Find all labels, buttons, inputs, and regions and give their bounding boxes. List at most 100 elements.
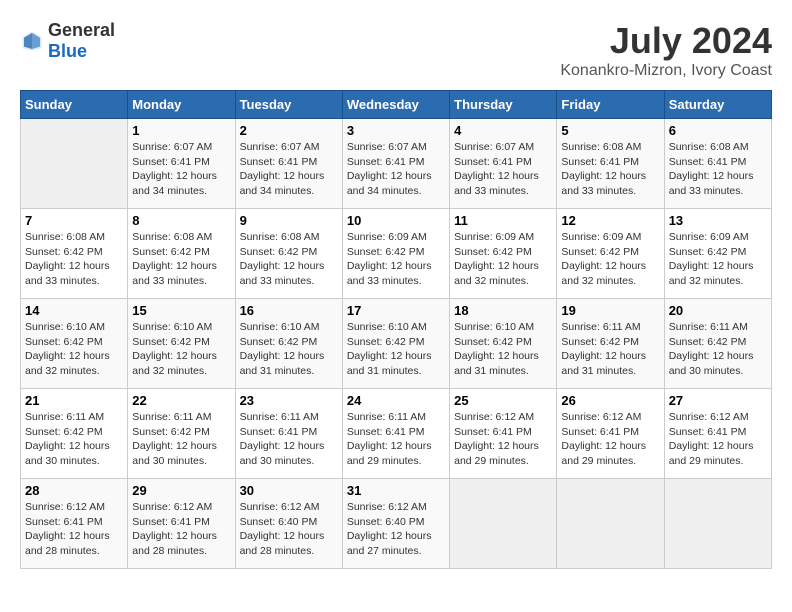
day-cell: 19 Sunrise: 6:11 AMSunset: 6:42 PMDayligh… bbox=[557, 299, 664, 389]
day-info: Sunrise: 6:09 AMSunset: 6:42 PMDaylight:… bbox=[454, 230, 552, 289]
day-cell: 15 Sunrise: 6:10 AMSunset: 6:42 PMDayligh… bbox=[128, 299, 235, 389]
day-number: 2 bbox=[240, 123, 338, 138]
day-info: Sunrise: 6:12 AMSunset: 6:41 PMDaylight:… bbox=[561, 410, 659, 469]
weekday-tuesday: Tuesday bbox=[235, 91, 342, 119]
day-number: 11 bbox=[454, 213, 552, 228]
day-info: Sunrise: 6:11 AMSunset: 6:42 PMDaylight:… bbox=[132, 410, 230, 469]
day-info: Sunrise: 6:08 AMSunset: 6:42 PMDaylight:… bbox=[132, 230, 230, 289]
location-title: Konankro-Mizron, Ivory Coast bbox=[560, 62, 772, 80]
day-cell: 29 Sunrise: 6:12 AMSunset: 6:41 PMDayligh… bbox=[128, 479, 235, 569]
day-number: 31 bbox=[347, 483, 445, 498]
day-info: Sunrise: 6:09 AMSunset: 6:42 PMDaylight:… bbox=[669, 230, 767, 289]
day-info: Sunrise: 6:12 AMSunset: 6:40 PMDaylight:… bbox=[240, 500, 338, 559]
day-cell: 27 Sunrise: 6:12 AMSunset: 6:41 PMDayligh… bbox=[664, 389, 771, 479]
day-info: Sunrise: 6:09 AMSunset: 6:42 PMDaylight:… bbox=[347, 230, 445, 289]
day-number: 4 bbox=[454, 123, 552, 138]
day-cell: 6 Sunrise: 6:08 AMSunset: 6:41 PMDaylight… bbox=[664, 119, 771, 209]
day-number: 1 bbox=[132, 123, 230, 138]
day-cell: 1 Sunrise: 6:07 AMSunset: 6:41 PMDaylight… bbox=[128, 119, 235, 209]
week-row-2: 7 Sunrise: 6:08 AMSunset: 6:42 PMDaylight… bbox=[21, 209, 772, 299]
day-number: 29 bbox=[132, 483, 230, 498]
day-info: Sunrise: 6:12 AMSunset: 6:40 PMDaylight:… bbox=[347, 500, 445, 559]
day-cell: 20 Sunrise: 6:11 AMSunset: 6:42 PMDayligh… bbox=[664, 299, 771, 389]
day-info: Sunrise: 6:11 AMSunset: 6:41 PMDaylight:… bbox=[347, 410, 445, 469]
day-cell: 5 Sunrise: 6:08 AMSunset: 6:41 PMDaylight… bbox=[557, 119, 664, 209]
logo-blue: Blue bbox=[48, 41, 87, 61]
day-number: 22 bbox=[132, 393, 230, 408]
week-row-3: 14Sunrise: 6:10 AMSunset: 6:42 PMDayligh… bbox=[21, 299, 772, 389]
day-cell: 9Sunrise: 6:08 AMSunset: 6:42 PMDaylight… bbox=[235, 209, 342, 299]
day-cell bbox=[21, 119, 128, 209]
day-number: 7 bbox=[25, 213, 123, 228]
day-cell: 31 Sunrise: 6:12 AMSunset: 6:40 PMDayligh… bbox=[342, 479, 449, 569]
day-number: 28 bbox=[25, 483, 123, 498]
day-cell: 11 Sunrise: 6:09 AMSunset: 6:42 PMDayligh… bbox=[450, 209, 557, 299]
header: General Blue July 2024 Konankro-Mizron, … bbox=[20, 20, 772, 80]
day-info: Sunrise: 6:07 AMSunset: 6:41 PMDaylight:… bbox=[240, 140, 338, 199]
day-info: Sunrise: 6:10 AMSunset: 6:42 PMDaylight:… bbox=[454, 320, 552, 379]
logo: General Blue bbox=[20, 20, 115, 62]
day-cell: 24 Sunrise: 6:11 AMSunset: 6:41 PMDayligh… bbox=[342, 389, 449, 479]
day-info: Sunrise: 6:07 AMSunset: 6:41 PMDaylight:… bbox=[132, 140, 230, 199]
day-info: Sunrise: 6:11 AMSunset: 6:41 PMDaylight:… bbox=[240, 410, 338, 469]
day-number: 3 bbox=[347, 123, 445, 138]
day-info: Sunrise: 6:08 AMSunset: 6:41 PMDaylight:… bbox=[669, 140, 767, 199]
day-number: 13 bbox=[669, 213, 767, 228]
day-number: 21 bbox=[25, 393, 123, 408]
logo-general: General bbox=[48, 20, 115, 40]
day-number: 15 bbox=[132, 303, 230, 318]
day-cell: 10 Sunrise: 6:09 AMSunset: 6:42 PMDayligh… bbox=[342, 209, 449, 299]
weekday-wednesday: Wednesday bbox=[342, 91, 449, 119]
day-number: 10 bbox=[347, 213, 445, 228]
day-number: 24 bbox=[347, 393, 445, 408]
day-number: 26 bbox=[561, 393, 659, 408]
day-cell: 22 Sunrise: 6:11 AMSunset: 6:42 PMDayligh… bbox=[128, 389, 235, 479]
day-info: Sunrise: 6:09 AMSunset: 6:42 PMDaylight:… bbox=[561, 230, 659, 289]
day-number: 23 bbox=[240, 393, 338, 408]
day-number: 19 bbox=[561, 303, 659, 318]
day-cell: 28 Sunrise: 6:12 AMSunset: 6:41 PMDayligh… bbox=[21, 479, 128, 569]
day-info: Sunrise: 6:12 AMSunset: 6:41 PMDaylight:… bbox=[25, 500, 123, 559]
day-info: Sunrise: 6:11 AMSunset: 6:42 PMDaylight:… bbox=[25, 410, 123, 469]
weekday-thursday: Thursday bbox=[450, 91, 557, 119]
day-number: 12 bbox=[561, 213, 659, 228]
logo-text-group: General Blue bbox=[48, 20, 115, 62]
day-number: 8 bbox=[132, 213, 230, 228]
day-number: 17 bbox=[347, 303, 445, 318]
day-info: Sunrise: 6:10 AMSunset: 6:42 PMDaylight:… bbox=[132, 320, 230, 379]
week-row-5: 28 Sunrise: 6:12 AMSunset: 6:41 PMDayligh… bbox=[21, 479, 772, 569]
day-cell bbox=[450, 479, 557, 569]
day-info: Sunrise: 6:11 AMSunset: 6:42 PMDaylight:… bbox=[561, 320, 659, 379]
day-info: Sunrise: 6:10 AMSunset: 6:42 PMDaylight:… bbox=[25, 320, 123, 379]
calendar-table: SundayMondayTuesdayWednesdayThursdayFrid… bbox=[20, 90, 772, 569]
day-number: 9 bbox=[240, 213, 338, 228]
day-info: Sunrise: 6:11 AMSunset: 6:42 PMDaylight:… bbox=[669, 320, 767, 379]
day-cell bbox=[557, 479, 664, 569]
weekday-saturday: Saturday bbox=[664, 91, 771, 119]
day-cell: 25Sunrise: 6:12 AMSunset: 6:41 PMDayligh… bbox=[450, 389, 557, 479]
day-cell: 16Sunrise: 6:10 AMSunset: 6:42 PMDayligh… bbox=[235, 299, 342, 389]
day-info: Sunrise: 6:12 AMSunset: 6:41 PMDaylight:… bbox=[132, 500, 230, 559]
week-row-1: 1 Sunrise: 6:07 AMSunset: 6:41 PMDaylight… bbox=[21, 119, 772, 209]
day-cell: 23 Sunrise: 6:11 AMSunset: 6:41 PMDayligh… bbox=[235, 389, 342, 479]
day-cell bbox=[664, 479, 771, 569]
weekday-header-row: SundayMondayTuesdayWednesdayThursdayFrid… bbox=[21, 91, 772, 119]
day-cell: 8 Sunrise: 6:08 AMSunset: 6:42 PMDaylight… bbox=[128, 209, 235, 299]
generalblue-icon bbox=[20, 29, 44, 53]
day-number: 30 bbox=[240, 483, 338, 498]
day-info: Sunrise: 6:12 AMSunset: 6:41 PMDaylight:… bbox=[669, 410, 767, 469]
month-title: July 2024 bbox=[560, 20, 772, 62]
day-cell: 2 Sunrise: 6:07 AMSunset: 6:41 PMDaylight… bbox=[235, 119, 342, 209]
day-number: 6 bbox=[669, 123, 767, 138]
day-number: 20 bbox=[669, 303, 767, 318]
day-number: 5 bbox=[561, 123, 659, 138]
title-area: July 2024 Konankro-Mizron, Ivory Coast bbox=[560, 20, 772, 80]
day-number: 27 bbox=[669, 393, 767, 408]
day-info: Sunrise: 6:07 AMSunset: 6:41 PMDaylight:… bbox=[454, 140, 552, 199]
day-cell: 3 Sunrise: 6:07 AMSunset: 6:41 PMDaylight… bbox=[342, 119, 449, 209]
day-info: Sunrise: 6:08 AMSunset: 6:41 PMDaylight:… bbox=[561, 140, 659, 199]
day-cell: 7Sunrise: 6:08 AMSunset: 6:42 PMDaylight… bbox=[21, 209, 128, 299]
day-number: 25 bbox=[454, 393, 552, 408]
day-info: Sunrise: 6:07 AMSunset: 6:41 PMDaylight:… bbox=[347, 140, 445, 199]
day-cell: 4 Sunrise: 6:07 AMSunset: 6:41 PMDaylight… bbox=[450, 119, 557, 209]
